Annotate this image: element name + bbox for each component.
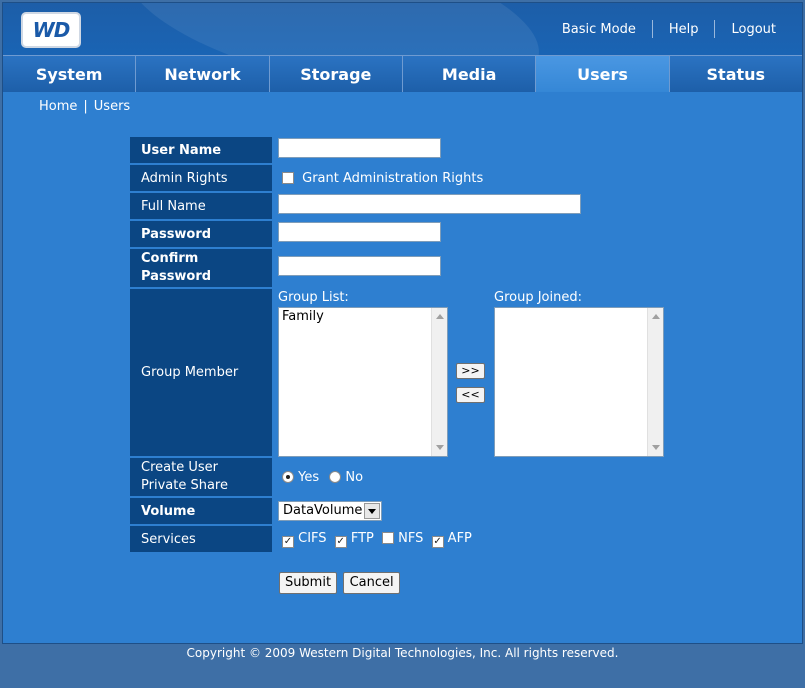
admin-rights-label: Admin Rights	[130, 165, 277, 191]
scroll-up-icon[interactable]	[436, 314, 444, 319]
confirm-password-input[interactable]	[278, 256, 441, 276]
submit-button[interactable]: Submit	[279, 572, 337, 594]
services-label: Services	[130, 526, 277, 552]
scroll-down-icon[interactable]	[652, 445, 660, 450]
private-share-yes-radio[interactable]	[282, 470, 294, 483]
private-share-no-label: No	[345, 469, 364, 485]
cifs-label: CIFS	[298, 530, 327, 546]
private-share-label: Create User Private Share	[130, 458, 277, 496]
logo-text: WD	[32, 18, 71, 42]
scroll-down-icon[interactable]	[436, 445, 444, 450]
full-name-label: Full Name	[130, 193, 277, 219]
app-frame: WD Basic Mode Help Logout System Network…	[2, 2, 803, 644]
tab-users[interactable]: Users	[536, 56, 670, 92]
remove-group-button[interactable]: <<	[456, 387, 485, 403]
group-list-item[interactable]: Family	[279, 308, 447, 325]
admin-rights-checkbox-label: Grant Administration Rights	[302, 170, 484, 186]
breadcrumb-separator: |	[83, 99, 88, 114]
volume-label: Volume	[130, 498, 277, 524]
group-joined-box[interactable]	[494, 307, 664, 457]
user-form: User Name Admin Rights Grant Administrat…	[130, 135, 667, 596]
group-member-label: Group Member	[130, 289, 277, 456]
cancel-button[interactable]: Cancel	[343, 572, 401, 594]
confirm-password-label-line1: Confirm	[141, 251, 199, 266]
footer-copyright: Copyright © 2009 Western Digital Technol…	[186, 646, 619, 660]
group-list-scrollbar[interactable]	[431, 308, 447, 456]
group-list-box[interactable]: Family	[278, 307, 448, 457]
header-decoration	[113, 3, 553, 55]
user-name-input[interactable]	[278, 138, 441, 158]
breadcrumb-home[interactable]: Home	[39, 99, 77, 114]
link-divider	[714, 20, 716, 38]
group-joined-label: Group Joined:	[494, 290, 582, 305]
scroll-up-icon[interactable]	[652, 314, 660, 319]
user-name-label: User Name	[130, 137, 277, 163]
header: WD Basic Mode Help Logout	[3, 3, 802, 55]
breadcrumb: Home | Users	[39, 99, 130, 114]
tab-network[interactable]: Network	[136, 56, 270, 92]
chevron-down-icon[interactable]	[364, 503, 380, 519]
confirm-password-label-line2: Password	[141, 269, 212, 284]
main-tabs: System Network Storage Media Users Statu…	[3, 55, 802, 92]
volume-select[interactable]: DataVolume	[278, 501, 382, 521]
private-share-label-line2: Private Share	[141, 478, 228, 493]
group-joined-scrollbar[interactable]	[647, 308, 663, 456]
volume-selected: DataVolume	[283, 503, 363, 518]
cifs-checkbox[interactable]: ✓	[282, 535, 294, 548]
tab-media[interactable]: Media	[402, 56, 537, 92]
top-links: Basic Mode Help Logout	[562, 20, 776, 38]
wd-logo[interactable]: WD	[21, 12, 81, 48]
afp-checkbox[interactable]: ✓	[431, 535, 444, 548]
afp-label: AFP	[447, 530, 472, 546]
ftp-label: FTP	[350, 530, 374, 546]
password-label: Password	[130, 221, 277, 247]
breadcrumb-current[interactable]: Users	[94, 99, 130, 114]
ftp-checkbox[interactable]: ✓	[334, 535, 347, 548]
tab-status[interactable]: Status	[669, 56, 802, 92]
private-share-yes-label: Yes	[298, 469, 320, 485]
password-input[interactable]	[278, 222, 441, 242]
admin-rights-checkbox[interactable]	[282, 171, 294, 184]
logout-link[interactable]: Logout	[731, 22, 776, 37]
nfs-checkbox[interactable]	[382, 531, 395, 544]
help-link[interactable]: Help	[669, 22, 699, 37]
basic-mode-link[interactable]: Basic Mode	[562, 22, 636, 37]
private-share-no-radio[interactable]	[329, 470, 342, 483]
link-divider	[651, 20, 653, 38]
add-group-button[interactable]: >>	[456, 363, 485, 379]
tab-storage[interactable]: Storage	[269, 56, 403, 92]
nfs-label: NFS	[398, 530, 424, 546]
private-share-label-line1: Create User	[141, 460, 218, 475]
tab-system[interactable]: System	[3, 56, 137, 92]
group-list-label: Group List:	[278, 290, 349, 305]
full-name-input[interactable]	[278, 194, 581, 214]
confirm-password-label: Confirm Password	[130, 249, 277, 287]
